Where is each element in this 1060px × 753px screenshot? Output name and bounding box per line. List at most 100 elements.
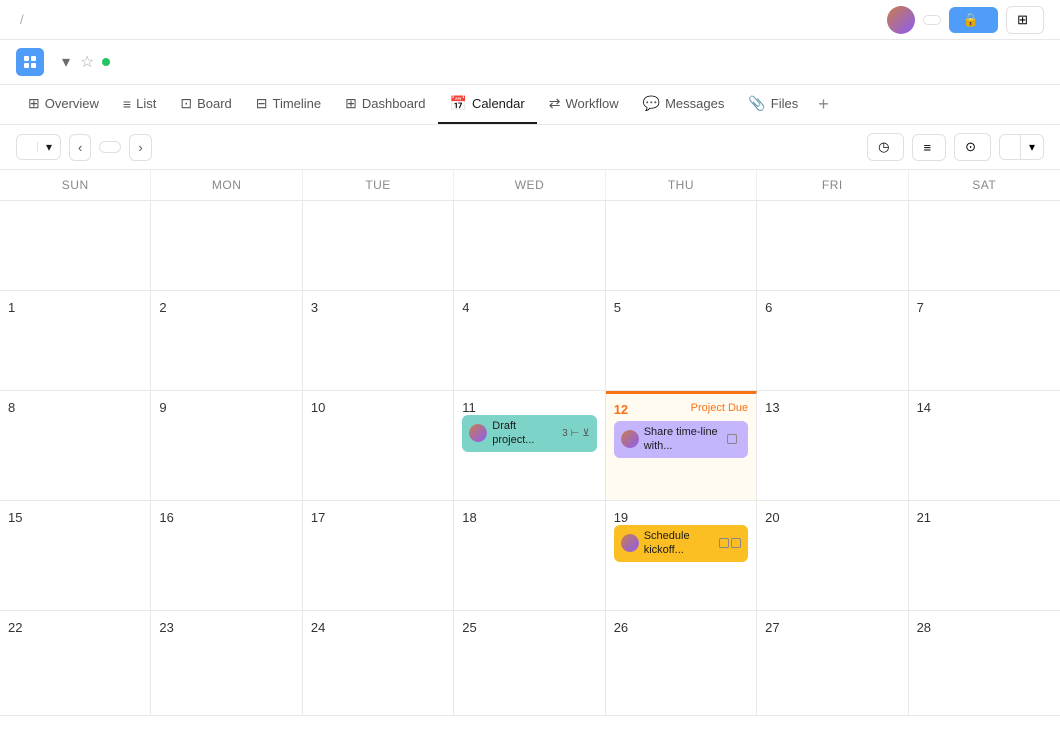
cal-cell-dec22[interactable]: 22 <box>0 611 151 716</box>
cal-cell-dec24[interactable]: 24 <box>303 611 454 716</box>
cal-cell-w0-fri[interactable] <box>757 201 908 291</box>
star-button[interactable]: ☆ <box>80 52 94 72</box>
tab-overview[interactable]: ⊞ Overview <box>16 85 111 124</box>
options-button[interactable]: ⊙ <box>954 133 991 161</box>
cal-cell-dec12[interactable]: 12 Project Due Share time-line with... <box>606 391 757 501</box>
task-card-share[interactable]: Share time-line with... <box>614 421 748 458</box>
calendar-week-3: 15 16 17 18 19 Schedule kickoff... 20 21 <box>0 501 1060 611</box>
tab-workflow[interactable]: ⇄ Workflow <box>537 85 631 124</box>
share-button[interactable]: 🔒 <box>949 7 998 33</box>
calendar-header: SUN MON TUE WED THU FRI SAT <box>0 170 1060 201</box>
cal-cell-dec2[interactable]: 2 <box>151 291 302 391</box>
cal-cell-dec21[interactable]: 21 <box>909 501 1060 611</box>
workflow-icon: ⇄ <box>549 95 561 112</box>
top-bar: / 🔒 ⊞ <box>0 0 1060 40</box>
save-view-button[interactable] <box>1000 135 1021 159</box>
more-button[interactable] <box>923 15 941 25</box>
board-icon: ⊡ <box>180 95 192 112</box>
add-task-main[interactable] <box>17 142 38 152</box>
cal-cell-dec6[interactable]: 6 <box>757 291 908 391</box>
draft-pin-icon: ⊻ <box>582 428 589 439</box>
calendar: SUN MON TUE WED THU FRI SAT 1 2 3 4 5 6 … <box>0 170 1060 716</box>
schedule-icon-2 <box>731 538 741 548</box>
cal-cell-dec18[interactable]: 18 <box>454 501 605 611</box>
cal-cell-dec10[interactable]: 10 <box>303 391 454 501</box>
task-avatar-draft <box>469 424 487 442</box>
status-badge[interactable] <box>102 58 115 66</box>
day-header-fri: FRI <box>757 170 908 200</box>
title-actions: ▾ ☆ <box>60 50 94 74</box>
customize-icon: ⊞ <box>1017 12 1028 28</box>
tab-calendar-label: Calendar <box>472 96 525 111</box>
cal-cell-w0-sun[interactable] <box>0 201 151 291</box>
schedule-icon-1 <box>719 538 729 548</box>
avatar-img-schedule <box>621 534 639 552</box>
next-month-button[interactable]: › <box>129 134 151 161</box>
cal-cell-dec5[interactable]: 5 <box>606 291 757 391</box>
calendar-week-4: 22 23 24 25 26 27 28 <box>0 611 1060 716</box>
share-icon-1 <box>727 434 737 444</box>
tab-board[interactable]: ⊡ Board <box>168 85 243 124</box>
cal-cell-dec15[interactable]: 15 <box>0 501 151 611</box>
tab-dashboard-label: Dashboard <box>362 96 426 111</box>
day-header-sat: SAT <box>909 170 1060 200</box>
cal-cell-dec26[interactable]: 26 <box>606 611 757 716</box>
tab-dashboard[interactable]: ⊞ Dashboard <box>333 85 437 124</box>
add-task-dropdown[interactable]: ▾ <box>38 135 60 159</box>
customize-button[interactable]: ⊞ <box>1006 6 1044 34</box>
cal-cell-w0-sat[interactable] <box>909 201 1060 291</box>
cal-cell-dec4[interactable]: 4 <box>454 291 605 391</box>
options-icon: ⊙ <box>965 139 976 155</box>
tab-timeline[interactable]: ⊟ Timeline <box>244 85 333 124</box>
cal-cell-w0-wed[interactable] <box>454 201 605 291</box>
calendar-week-0 <box>0 201 1060 291</box>
tab-list[interactable]: ≡ List <box>111 86 168 124</box>
today-button[interactable] <box>99 141 121 153</box>
filter-button[interactable]: ≡ <box>912 134 946 161</box>
tab-files[interactable]: 📎 Files <box>736 85 810 124</box>
cal-cell-dec8[interactable]: 8 <box>0 391 151 501</box>
months-button[interactable]: ◷ <box>867 133 904 161</box>
cal-cell-dec27[interactable]: 27 <box>757 611 908 716</box>
cal-cell-dec14[interactable]: 14 <box>909 391 1060 501</box>
title-dropdown-button[interactable]: ▾ <box>60 50 72 74</box>
cal-cell-dec28[interactable]: 28 <box>909 611 1060 716</box>
add-task-button[interactable]: ▾ <box>16 134 61 160</box>
share-task-text: Share time-line with... <box>644 425 722 454</box>
cal-cell-dec23[interactable]: 23 <box>151 611 302 716</box>
tab-messages-label: Messages <box>665 96 724 111</box>
task-card-schedule[interactable]: Schedule kickoff... <box>614 525 748 562</box>
day-header-mon: MON <box>151 170 302 200</box>
cal-cell-dec11[interactable]: 11 Draft project... 3 ⊢ ⊻ <box>454 391 605 501</box>
avatar[interactable] <box>887 6 915 34</box>
add-view-button[interactable]: + <box>810 94 837 115</box>
day-header-wed: WED <box>454 170 605 200</box>
cal-cell-w0-thu[interactable] <box>606 201 757 291</box>
prev-month-button[interactable]: ‹ <box>69 134 91 161</box>
cal-cell-dec17[interactable]: 17 <box>303 501 454 611</box>
task-card-draft[interactable]: Draft project... 3 ⊢ ⊻ <box>462 415 596 452</box>
cal-cell-dec20[interactable]: 20 <box>757 501 908 611</box>
day-header-sun: SUN <box>0 170 151 200</box>
cal-cell-dec25[interactable]: 25 <box>454 611 605 716</box>
cal-cell-dec16[interactable]: 16 <box>151 501 302 611</box>
tab-messages[interactable]: 💬 Messages <box>631 85 737 124</box>
cal-cell-w0-mon[interactable] <box>151 201 302 291</box>
cal-cell-w0-tue[interactable] <box>303 201 454 291</box>
cal-cell-dec19[interactable]: 19 Schedule kickoff... <box>606 501 757 611</box>
status-dot <box>102 58 110 66</box>
tab-calendar[interactable]: 📅 Calendar <box>438 85 537 124</box>
draft-subtask-icon: ⊢ <box>571 428 580 439</box>
cal-cell-dec13[interactable]: 13 <box>757 391 908 501</box>
project-due-label: Project Due <box>691 402 748 414</box>
save-view-wrap: ▾ <box>999 134 1044 160</box>
cal-cell-dec9[interactable]: 9 <box>151 391 302 501</box>
avatar-img-draft <box>469 424 487 442</box>
breadcrumb: / <box>16 12 24 27</box>
cal-cell-dec1[interactable]: 1 <box>0 291 151 391</box>
project-header: ▾ ☆ <box>0 40 1060 85</box>
cal-cell-dec7[interactable]: 7 <box>909 291 1060 391</box>
save-view-dropdown[interactable]: ▾ <box>1021 135 1043 159</box>
cal-cell-dec3[interactable]: 3 <box>303 291 454 391</box>
dashboard-icon: ⊞ <box>345 95 357 112</box>
